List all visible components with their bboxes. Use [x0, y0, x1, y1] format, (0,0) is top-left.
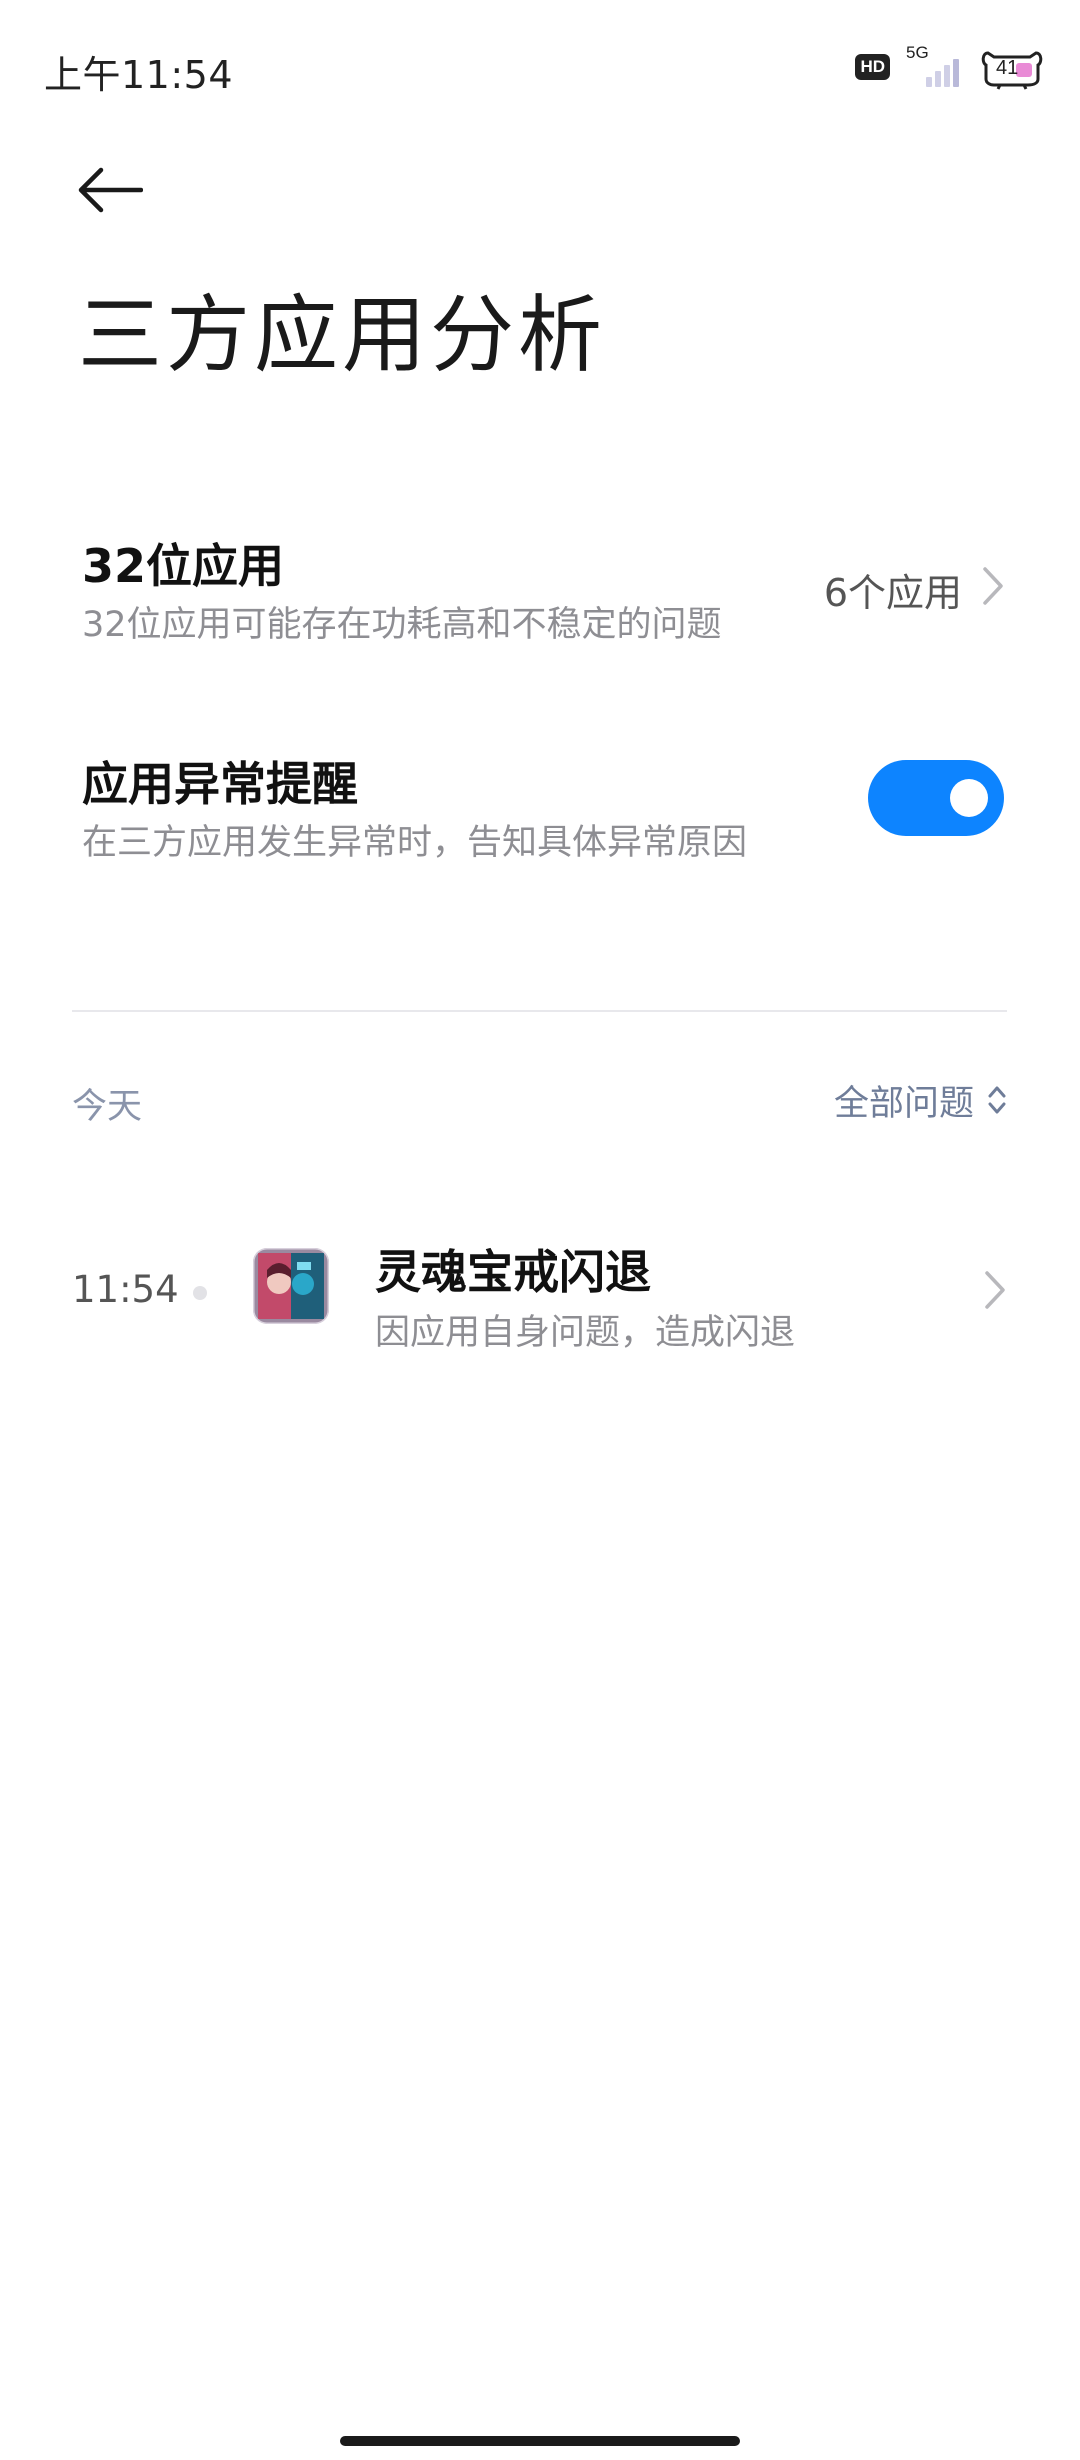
section-date-label: 今天 — [72, 1087, 143, 1127]
chevron-right-icon — [985, 1271, 1005, 1309]
bit32-title: 32位应用 — [82, 539, 285, 593]
event-subtitle: 因应用自身问题，造成闪退 — [375, 1313, 796, 1353]
timeline-dot — [193, 1286, 207, 1300]
status-bar: 上午11:54 HD 5G 41 — [0, 0, 1080, 130]
filter-label: 全部问题 — [833, 1083, 974, 1124]
event-list-item[interactable]: 11:54 灵魂宝戒闪退 因应用自身问题，造成闪退 — [0, 1220, 1080, 1390]
arrow-left-icon — [78, 167, 143, 213]
divider — [72, 1010, 1007, 1012]
bit32-subtitle: 32位应用可能存在功耗高和不稳定的问题 — [82, 605, 722, 645]
page-title: 三方应用分析 — [78, 286, 607, 384]
home-indicator[interactable] — [340, 2436, 740, 2446]
event-title: 灵魂宝戒闪退 — [375, 1245, 651, 1299]
bit32-count: 6个应用 — [823, 571, 962, 615]
toggle-knob — [950, 779, 988, 817]
back-button[interactable] — [70, 150, 150, 230]
signal-icon: 5G — [904, 43, 966, 91]
abnormal-alert-title: 应用异常提醒 — [82, 757, 358, 811]
event-time: 11:54 — [72, 1268, 179, 1311]
app-icon — [253, 1248, 329, 1324]
status-time: 上午11:54 — [44, 53, 234, 97]
chevron-right-icon — [983, 567, 1003, 605]
battery-level: 41 — [996, 57, 1019, 79]
battery-icon: 41 — [980, 43, 1044, 91]
abnormal-alert-subtitle: 在三方应用发生异常时，告知具体异常原因 — [82, 823, 748, 863]
bit32-apps-row[interactable]: 32位应用 32位应用可能存在功耗高和不稳定的问题 6个应用 — [0, 520, 1080, 650]
hd-badge: HD — [855, 54, 890, 80]
issue-filter-dropdown[interactable]: 全部问题 — [834, 1070, 1008, 1130]
sort-updown-icon — [988, 1086, 1006, 1114]
abnormal-alert-toggle[interactable] — [868, 760, 1004, 836]
status-icons: HD 5G 41 — [855, 42, 1044, 92]
